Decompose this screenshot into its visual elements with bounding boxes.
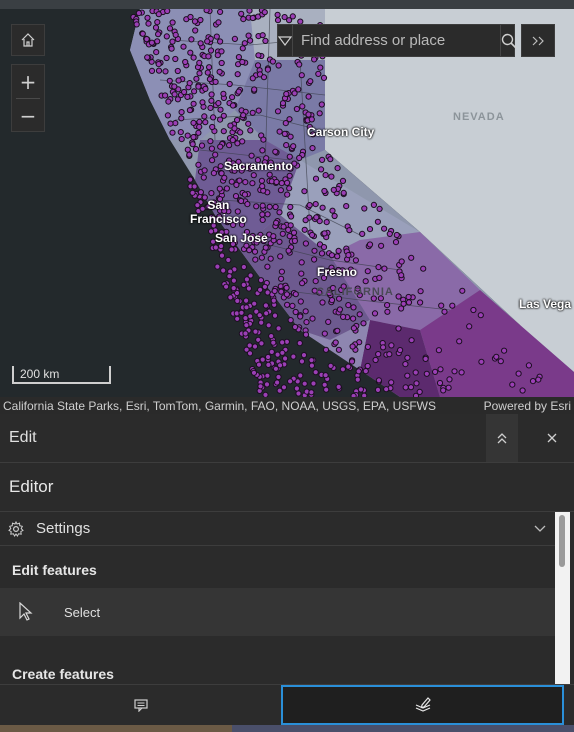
settings-label: Settings — [36, 520, 91, 537]
taskbar-strip — [0, 725, 574, 732]
comment-icon — [133, 699, 148, 712]
expand-icon — [532, 36, 544, 45]
select-label: Select — [64, 604, 101, 620]
search-button[interactable] — [500, 25, 517, 56]
collapse-icon — [497, 433, 507, 444]
home-button[interactable] — [11, 24, 45, 56]
search-input[interactable] — [293, 25, 500, 56]
edit-panel: Edit Editor Settings Edit features Selec… — [0, 414, 574, 732]
panel-scrollbar[interactable] — [555, 512, 570, 684]
edit-layers-icon — [415, 697, 431, 712]
home-icon — [21, 33, 35, 47]
label-san-jose: San Jose — [215, 231, 268, 245]
search-source-dropdown[interactable] — [278, 25, 293, 56]
app-root: NEVADA Carson City Sacramento San Franci… — [0, 0, 574, 732]
scale-bar: 200 km — [12, 366, 111, 384]
edit-features-heading: Edit features — [12, 562, 97, 578]
label-san-francisco: San Francisco — [190, 198, 247, 226]
chevron-down-icon — [525, 525, 555, 533]
scrollbar-thumb[interactable] — [559, 515, 565, 567]
zoom-in-icon: + — [19, 69, 37, 94]
select-tool[interactable]: Select — [0, 588, 555, 636]
taskbar-wallpaper — [0, 725, 232, 732]
panel-title: Edit — [9, 429, 37, 446]
dropdown-icon — [278, 35, 292, 46]
map-view[interactable]: NEVADA Carson City Sacramento San Franci… — [0, 0, 574, 414]
label-california: CALIFORNIA — [316, 286, 394, 298]
basemap — [0, 0, 574, 414]
cursor-icon — [19, 602, 33, 621]
editor-scroll-area[interactable]: Settings Edit features Select Create fea… — [0, 512, 574, 684]
zoom-out-icon: − — [19, 103, 37, 128]
close-button[interactable] — [530, 414, 574, 462]
zoom-controls: + − — [11, 64, 45, 132]
scale-label: 200 km — [20, 367, 60, 381]
label-carson-city: Carson City — [307, 125, 375, 139]
label-las-vegas: Las Vega — [519, 297, 572, 311]
zoom-out-button[interactable]: − — [12, 99, 44, 132]
search-widget — [277, 24, 517, 57]
close-icon — [547, 433, 557, 443]
powered-by-link[interactable]: Powered by Esri — [484, 399, 571, 413]
label-sacramento: Sacramento — [224, 159, 293, 173]
settings-toggle[interactable]: Settings — [0, 512, 555, 546]
search-icon — [501, 33, 517, 49]
zoom-in-button[interactable]: + — [12, 65, 44, 98]
create-features-heading: Create features — [12, 666, 114, 682]
expand-button[interactable] — [521, 24, 555, 57]
map-top-edge — [0, 0, 574, 9]
attribution-bar: California State Parks, Esri, TomTom, Ga… — [0, 397, 574, 414]
attribution-text: California State Parks, Esri, TomTom, Ga… — [3, 398, 436, 413]
collapse-button[interactable] — [486, 414, 518, 462]
editor-heading: Editor — [0, 463, 574, 512]
edit-tab[interactable] — [281, 685, 564, 725]
label-nevada: NEVADA — [453, 111, 505, 123]
gear-icon — [8, 520, 24, 537]
panel-action-bar — [0, 684, 574, 725]
taskbar-icons — [232, 725, 574, 732]
label-fresno: Fresno — [317, 265, 358, 279]
comment-tab[interactable] — [0, 685, 281, 725]
panel-header: Edit — [0, 414, 574, 463]
